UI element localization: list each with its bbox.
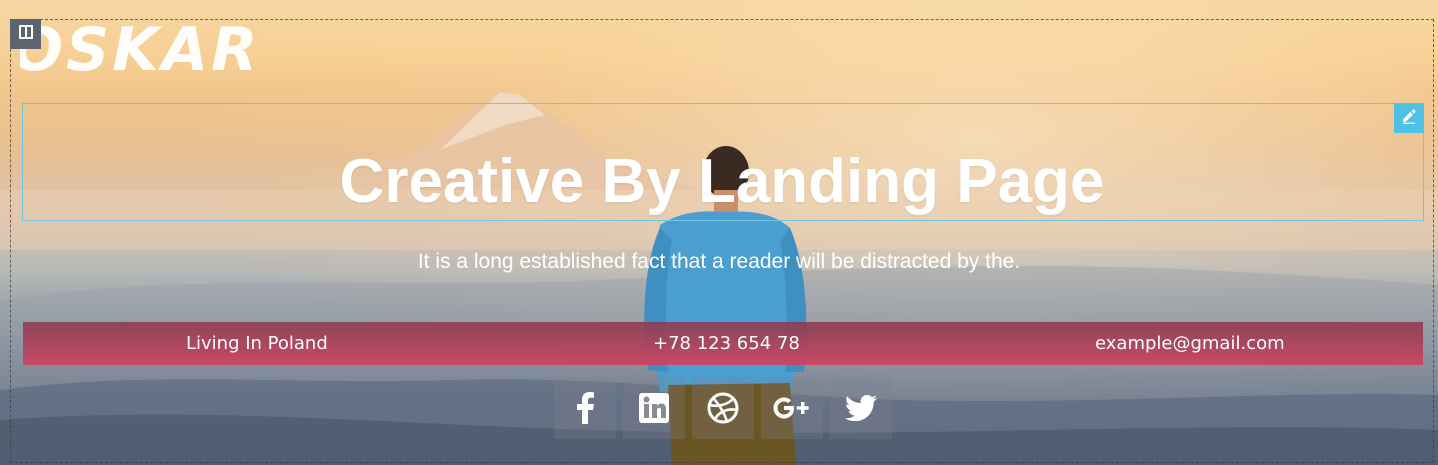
social-links — [554, 377, 899, 439]
location-text: Living In Poland — [186, 333, 328, 354]
twitter-button[interactable] — [830, 377, 892, 439]
hero-section: OSKAR Creative By Landing Page It is a l… — [0, 0, 1438, 465]
contact-info-bar: Living In Poland +78 123 654 78 example@… — [23, 322, 1423, 365]
phone-text[interactable]: +78 123 654 78 — [653, 322, 800, 365]
hero-title: Creative By Landing Page — [339, 147, 1105, 216]
linkedin-button[interactable] — [623, 377, 685, 439]
columns-icon — [18, 24, 33, 44]
facebook-button[interactable] — [554, 377, 616, 439]
brand-logo[interactable]: OSKAR — [20, 20, 260, 80]
google-plus-icon — [773, 396, 811, 420]
dribbble-icon — [707, 392, 739, 424]
hero-subtitle: It is a long established fact that a rea… — [417, 250, 1021, 273]
pencil-icon — [1401, 108, 1417, 129]
dribbble-button[interactable] — [692, 377, 754, 439]
edit-widget-button[interactable] — [1394, 103, 1424, 133]
facebook-icon — [574, 392, 596, 424]
twitter-icon — [845, 395, 877, 421]
section-handle-button[interactable] — [10, 19, 41, 49]
email-text[interactable]: example@gmail.com — [1095, 322, 1285, 365]
linkedin-icon — [639, 393, 669, 423]
google-plus-button[interactable] — [761, 377, 823, 439]
